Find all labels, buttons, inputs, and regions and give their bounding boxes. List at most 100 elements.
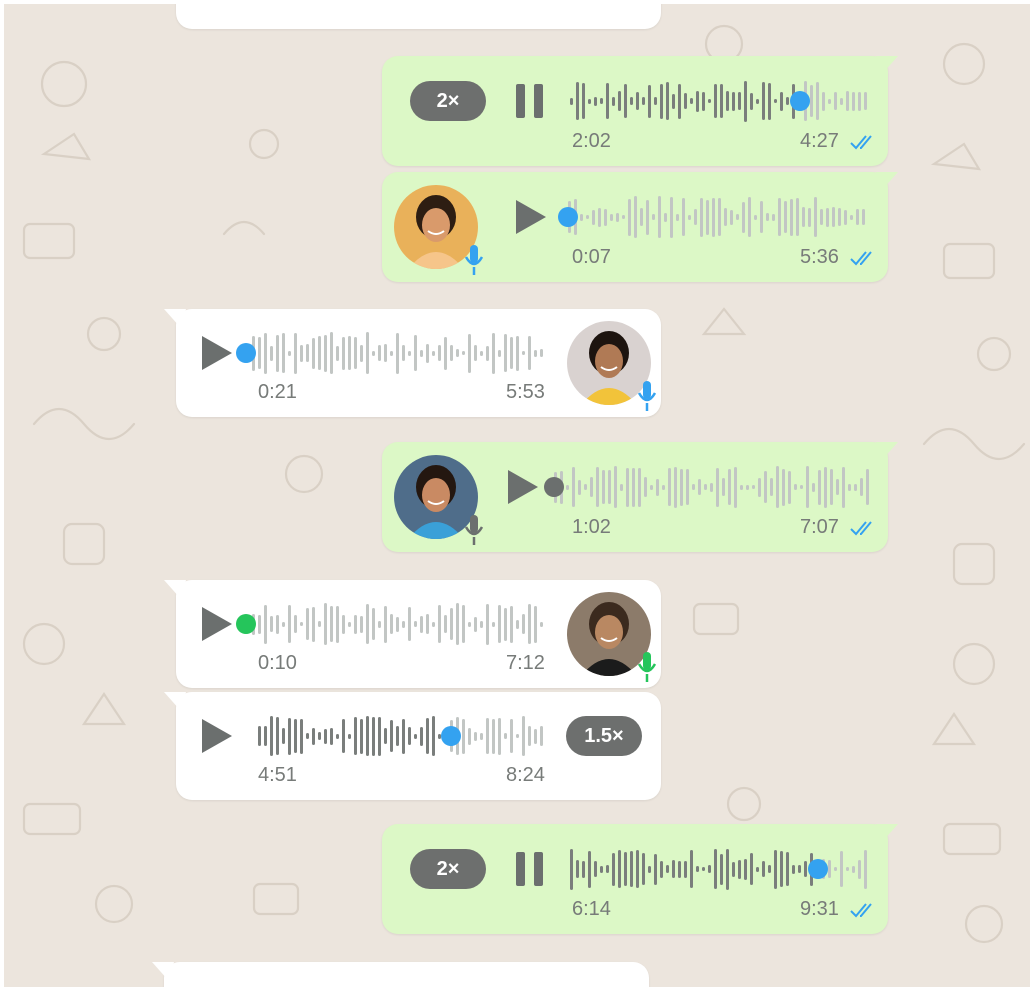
waveform-bar <box>698 479 701 495</box>
playback-position-handle[interactable] <box>807 859 828 879</box>
waveform-bar <box>820 209 823 225</box>
waveform-bar <box>832 207 835 227</box>
waveform-bar <box>642 97 645 105</box>
waveform-bar <box>770 478 773 496</box>
audio-waveform[interactable] <box>570 79 872 123</box>
voice-message-bubble-incoming[interactable] <box>152 962 649 987</box>
waveform-bar <box>306 733 309 739</box>
audio-waveform[interactable] <box>554 465 872 509</box>
waveform-bar <box>264 726 267 746</box>
waveform-bar <box>264 332 267 374</box>
waveform-bar <box>582 83 585 119</box>
pause-icon[interactable] <box>516 852 544 886</box>
waveform-bar <box>426 614 429 634</box>
playback-position-handle[interactable] <box>440 726 461 746</box>
audio-waveform[interactable] <box>568 195 872 239</box>
playback-speed-button[interactable]: 2× <box>410 849 486 889</box>
waveform-bar <box>670 196 673 238</box>
waveform-bar <box>862 209 865 225</box>
waveform-bar <box>712 197 715 237</box>
waveform-bar <box>606 83 609 119</box>
waveform-bar <box>504 334 507 372</box>
pause-icon[interactable] <box>516 84 544 118</box>
bubble-tail <box>164 580 186 598</box>
waveform-bar <box>812 482 815 492</box>
play-icon[interactable] <box>202 607 232 641</box>
waveform-bar <box>856 209 859 225</box>
voice-message-bubble-incoming[interactable]: 1.5× 4:51 8:24 <box>164 692 661 800</box>
elapsed-time: 2:02 <box>572 130 611 152</box>
waveform-bar <box>540 621 543 627</box>
playback-position-handle[interactable] <box>236 614 256 634</box>
playback-position-handle[interactable] <box>789 91 810 111</box>
waveform-bar <box>764 471 767 503</box>
waveform-bar <box>810 85 813 117</box>
voice-message-bubble-outgoing[interactable]: 0:07 5:36 <box>382 172 898 282</box>
waveform-bar <box>744 80 747 122</box>
waveform-bar <box>752 485 755 489</box>
waveform-bar <box>838 208 841 226</box>
playback-position-handle[interactable] <box>544 477 564 497</box>
waveform-bar <box>704 484 707 490</box>
bubble-tail <box>876 172 898 190</box>
waveform-bar <box>582 860 585 878</box>
waveform-bar <box>846 867 849 871</box>
play-icon[interactable] <box>516 200 546 234</box>
waveform-bar <box>300 718 303 754</box>
waveform-bar <box>516 619 519 629</box>
waveform-bar <box>656 478 659 496</box>
read-receipt-ticks-icon <box>850 902 878 918</box>
voice-message-bubble-incoming[interactable]: 0:10 7:12 <box>164 580 661 688</box>
voice-message-bubble-outgoing[interactable]: 2× 6:14 9:31 <box>382 824 898 934</box>
waveform-bar <box>708 99 711 103</box>
waveform-bar <box>312 727 315 745</box>
waveform-bar <box>720 853 723 885</box>
waveform-bar <box>402 345 405 361</box>
audio-waveform[interactable] <box>246 602 550 646</box>
waveform-bar <box>366 332 369 374</box>
waveform-bar <box>646 199 649 235</box>
waveform-bar <box>258 614 261 634</box>
waveform-bar <box>732 91 735 111</box>
waveform-bar <box>676 213 679 221</box>
waveform-bar <box>816 82 819 120</box>
voice-message-bubble-outgoing[interactable]: 2× 2:02 4:27 <box>382 56 898 166</box>
waveform-bar <box>858 859 861 879</box>
voice-message-bubble-incoming[interactable]: 0:093:45 <box>176 4 661 29</box>
playback-speed-button[interactable]: 1.5× <box>566 716 642 756</box>
waveform-bar <box>324 603 327 645</box>
audio-waveform[interactable] <box>258 714 550 758</box>
waveform-bar <box>738 92 741 110</box>
waveform-bar <box>318 336 321 370</box>
waveform-bar <box>788 470 791 504</box>
waveform-bar <box>336 605 339 643</box>
waveform-bar <box>664 212 667 222</box>
waveform-bar <box>654 97 657 105</box>
voice-message-bubble-outgoing[interactable]: 1:02 7:07 <box>382 442 898 552</box>
waveform-bar <box>638 467 641 507</box>
play-icon[interactable] <box>202 719 232 753</box>
waveform-bar <box>678 83 681 119</box>
sent-time: 5:53 <box>506 381 545 403</box>
microphone-icon <box>637 650 657 684</box>
voice-message-bubble-incoming[interactable]: 0:21 5:53 <box>164 309 661 417</box>
waveform-bar <box>650 484 653 490</box>
playback-speed-button[interactable]: 2× <box>410 81 486 121</box>
waveform-bar <box>462 605 465 643</box>
waveform-bar <box>510 719 513 753</box>
waveform-bar <box>684 93 687 109</box>
play-icon[interactable] <box>508 470 538 504</box>
read-receipt-ticks-icon <box>850 134 878 150</box>
waveform-bar <box>510 337 513 369</box>
waveform-bar <box>270 716 273 756</box>
audio-waveform[interactable] <box>246 331 550 375</box>
waveform-bar <box>468 333 471 373</box>
waveform-bar <box>576 82 579 120</box>
waveform-bar <box>570 97 573 105</box>
play-icon[interactable] <box>202 336 232 370</box>
playback-position-handle[interactable] <box>558 207 578 227</box>
waveform-bar <box>360 344 363 362</box>
waveform-bar <box>666 82 669 120</box>
waveform-bar <box>330 727 333 745</box>
playback-position-handle[interactable] <box>236 343 256 363</box>
